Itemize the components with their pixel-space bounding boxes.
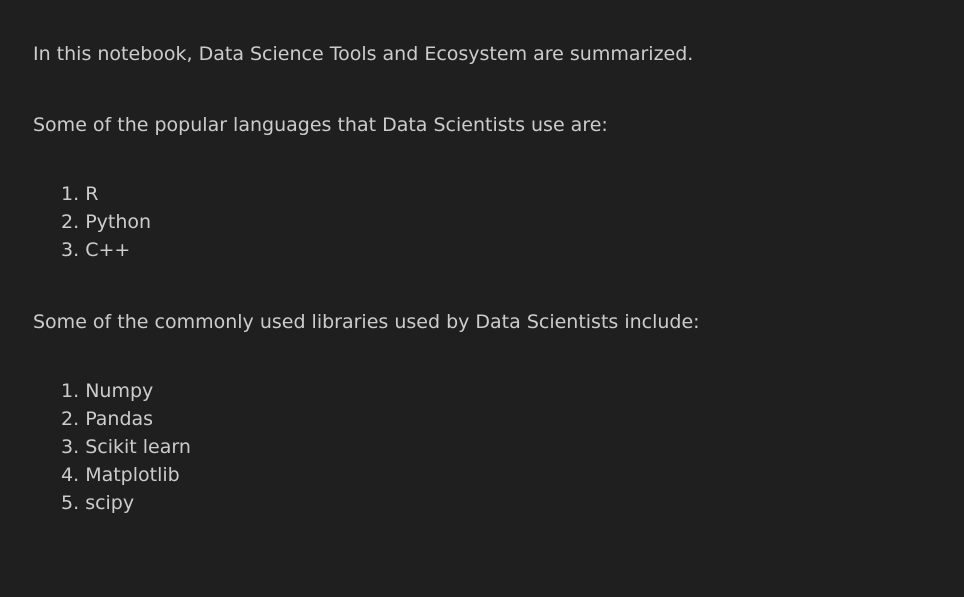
list-item: 5. scipy — [61, 492, 135, 514]
list-item: 3. C++ — [61, 239, 131, 261]
list-item: 1. R — [61, 183, 99, 205]
list-item: 2. Pandas — [61, 408, 154, 430]
list-item: 4. Matplotlib — [61, 464, 180, 486]
list-item: 1. Numpy — [61, 380, 154, 402]
intro-text: In this notebook, Data Science Tools and… — [33, 43, 694, 65]
libraries-heading: Some of the commonly used libraries used… — [33, 311, 700, 333]
markdown-cell[interactable]: In this notebook, Data Science Tools and… — [0, 0, 964, 597]
languages-list: 1. R 2. Python 3. C++ — [61, 180, 151, 264]
list-item: 2. Python — [61, 211, 152, 233]
list-item: 3. Scikit learn — [61, 436, 191, 458]
languages-heading: Some of the popular languages that Data … — [33, 114, 608, 136]
libraries-list: 1. Numpy 2. Pandas 3. Scikit learn 4. Ma… — [61, 377, 191, 517]
